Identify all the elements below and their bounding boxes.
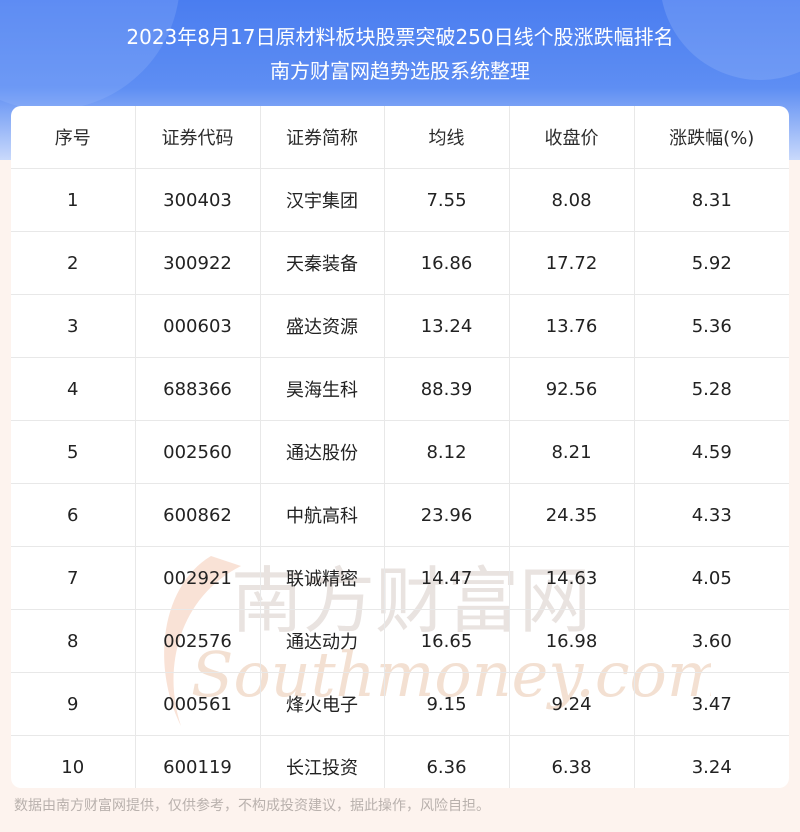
page-subtitle: 南方财富网趋势选股系统整理 <box>270 59 530 83</box>
table-header-row: 序号 证券代码 证券简称 均线 收盘价 涨跌幅(%) <box>11 106 789 169</box>
cell-ma: 14.47 <box>384 546 510 610</box>
cell-ma: 6.36 <box>384 735 510 788</box>
cell-ma: 7.55 <box>384 168 510 232</box>
table-row: 10 600119 长江投资 6.36 6.38 3.24 <box>11 735 789 788</box>
cell-change: 4.59 <box>634 420 789 484</box>
cell-name: 通达动力 <box>260 609 385 673</box>
table-row: 5 002560 通达股份 8.12 8.21 4.59 <box>11 420 789 484</box>
cell-rank: 2 <box>11 231 136 295</box>
cell-change: 5.28 <box>634 357 789 421</box>
cell-ma: 9.15 <box>384 672 510 736</box>
column-header-code: 证券代码 <box>135 106 261 169</box>
cell-change: 5.92 <box>634 231 789 295</box>
cell-name: 昊海生科 <box>260 357 385 421</box>
cell-name: 长江投资 <box>260 735 385 788</box>
cell-code: 600862 <box>135 483 261 547</box>
cell-name: 盛达资源 <box>260 294 385 358</box>
cell-ma: 13.24 <box>384 294 510 358</box>
cell-rank: 9 <box>11 672 136 736</box>
table-row: 2 300922 天秦装备 16.86 17.72 5.92 <box>11 231 789 295</box>
cell-rank: 10 <box>11 735 136 788</box>
cell-ma: 16.86 <box>384 231 510 295</box>
cell-rank: 5 <box>11 420 136 484</box>
cell-name: 天秦装备 <box>260 231 385 295</box>
cell-code: 002576 <box>135 609 261 673</box>
page-title: 2023年8月17日原材料板块股票突破250日线个股涨跌幅排名 <box>126 25 674 49</box>
ranking-table-panel: 南方财富网 Southmoney.com 序号 证券代码 证券简称 均线 收盘价… <box>11 106 789 788</box>
cell-change: 4.33 <box>634 483 789 547</box>
cell-code: 300922 <box>135 231 261 295</box>
stock-ranking-table: 序号 证券代码 证券简称 均线 收盘价 涨跌幅(%) 1 300403 汉宇集团… <box>11 106 789 788</box>
table-row: 6 600862 中航高科 23.96 24.35 4.33 <box>11 483 789 547</box>
column-header-close: 收盘价 <box>509 106 635 169</box>
cell-ma: 8.12 <box>384 420 510 484</box>
cell-close: 17.72 <box>509 231 635 295</box>
cell-close: 6.38 <box>509 735 635 788</box>
cell-change: 8.31 <box>634 168 789 232</box>
cell-close: 8.21 <box>509 420 635 484</box>
cell-close: 8.08 <box>509 168 635 232</box>
cell-name: 汉宇集团 <box>260 168 385 232</box>
cell-rank: 7 <box>11 546 136 610</box>
header-decoration <box>0 0 180 110</box>
cell-change: 3.24 <box>691 756 732 778</box>
table-row: 8 002576 通达动力 16.65 16.98 3.60 <box>11 609 789 673</box>
cell-rank: 6 <box>11 483 136 547</box>
cell-code: 300403 <box>135 168 261 232</box>
column-header-name: 证券简称 <box>260 106 385 169</box>
cell-close: 16.98 <box>509 609 635 673</box>
cell-change: 3.47 <box>634 672 789 736</box>
cell-ma: 16.65 <box>384 609 510 673</box>
cell-code: 002921 <box>135 546 261 610</box>
cell-code: 600119 <box>135 735 261 788</box>
cell-code: 002560 <box>135 420 261 484</box>
table-row: 7 002921 联诚精密 14.47 14.63 4.05 <box>11 546 789 610</box>
cell-close: 24.35 <box>509 483 635 547</box>
column-header-rank: 序号 <box>11 106 136 169</box>
cell-ma: 88.39 <box>384 357 510 421</box>
cell-change: 5.36 <box>634 294 789 358</box>
cell-close: 13.76 <box>509 294 635 358</box>
cell-change: 4.05 <box>634 546 789 610</box>
column-header-change: 涨跌幅(%) <box>634 106 789 169</box>
table-row: 1 300403 汉宇集团 7.55 8.08 8.31 <box>11 168 789 232</box>
cell-name: 烽火电子 <box>260 672 385 736</box>
disclaimer-footer: 数据由南方财富网提供，仅供参考，不构成投资建议，据此操作，风险自担。 <box>14 798 490 814</box>
cell-change: 3.60 <box>634 609 789 673</box>
cell-code: 000561 <box>135 672 261 736</box>
table-row: 3 000603 盛达资源 13.24 13.76 5.36 <box>11 294 789 358</box>
column-header-ma: 均线 <box>384 106 510 169</box>
table-row: 9 000561 烽火电子 9.15 9.24 3.47 <box>11 672 789 736</box>
cell-close: 14.63 <box>509 546 635 610</box>
cell-rank: 4 <box>11 357 136 421</box>
table-row: 4 688366 昊海生科 88.39 92.56 5.28 <box>11 357 789 421</box>
cell-code: 688366 <box>135 357 261 421</box>
cell-rank: 8 <box>11 609 136 673</box>
cell-close: 92.56 <box>509 357 635 421</box>
cell-close: 9.24 <box>509 672 635 736</box>
cell-name: 中航高科 <box>260 483 385 547</box>
cell-name: 联诚精密 <box>260 546 385 610</box>
cell-rank: 1 <box>11 168 136 232</box>
cell-code: 000603 <box>135 294 261 358</box>
cell-name: 通达股份 <box>260 420 385 484</box>
cell-rank: 3 <box>11 294 136 358</box>
cell-ma: 23.96 <box>384 483 510 547</box>
